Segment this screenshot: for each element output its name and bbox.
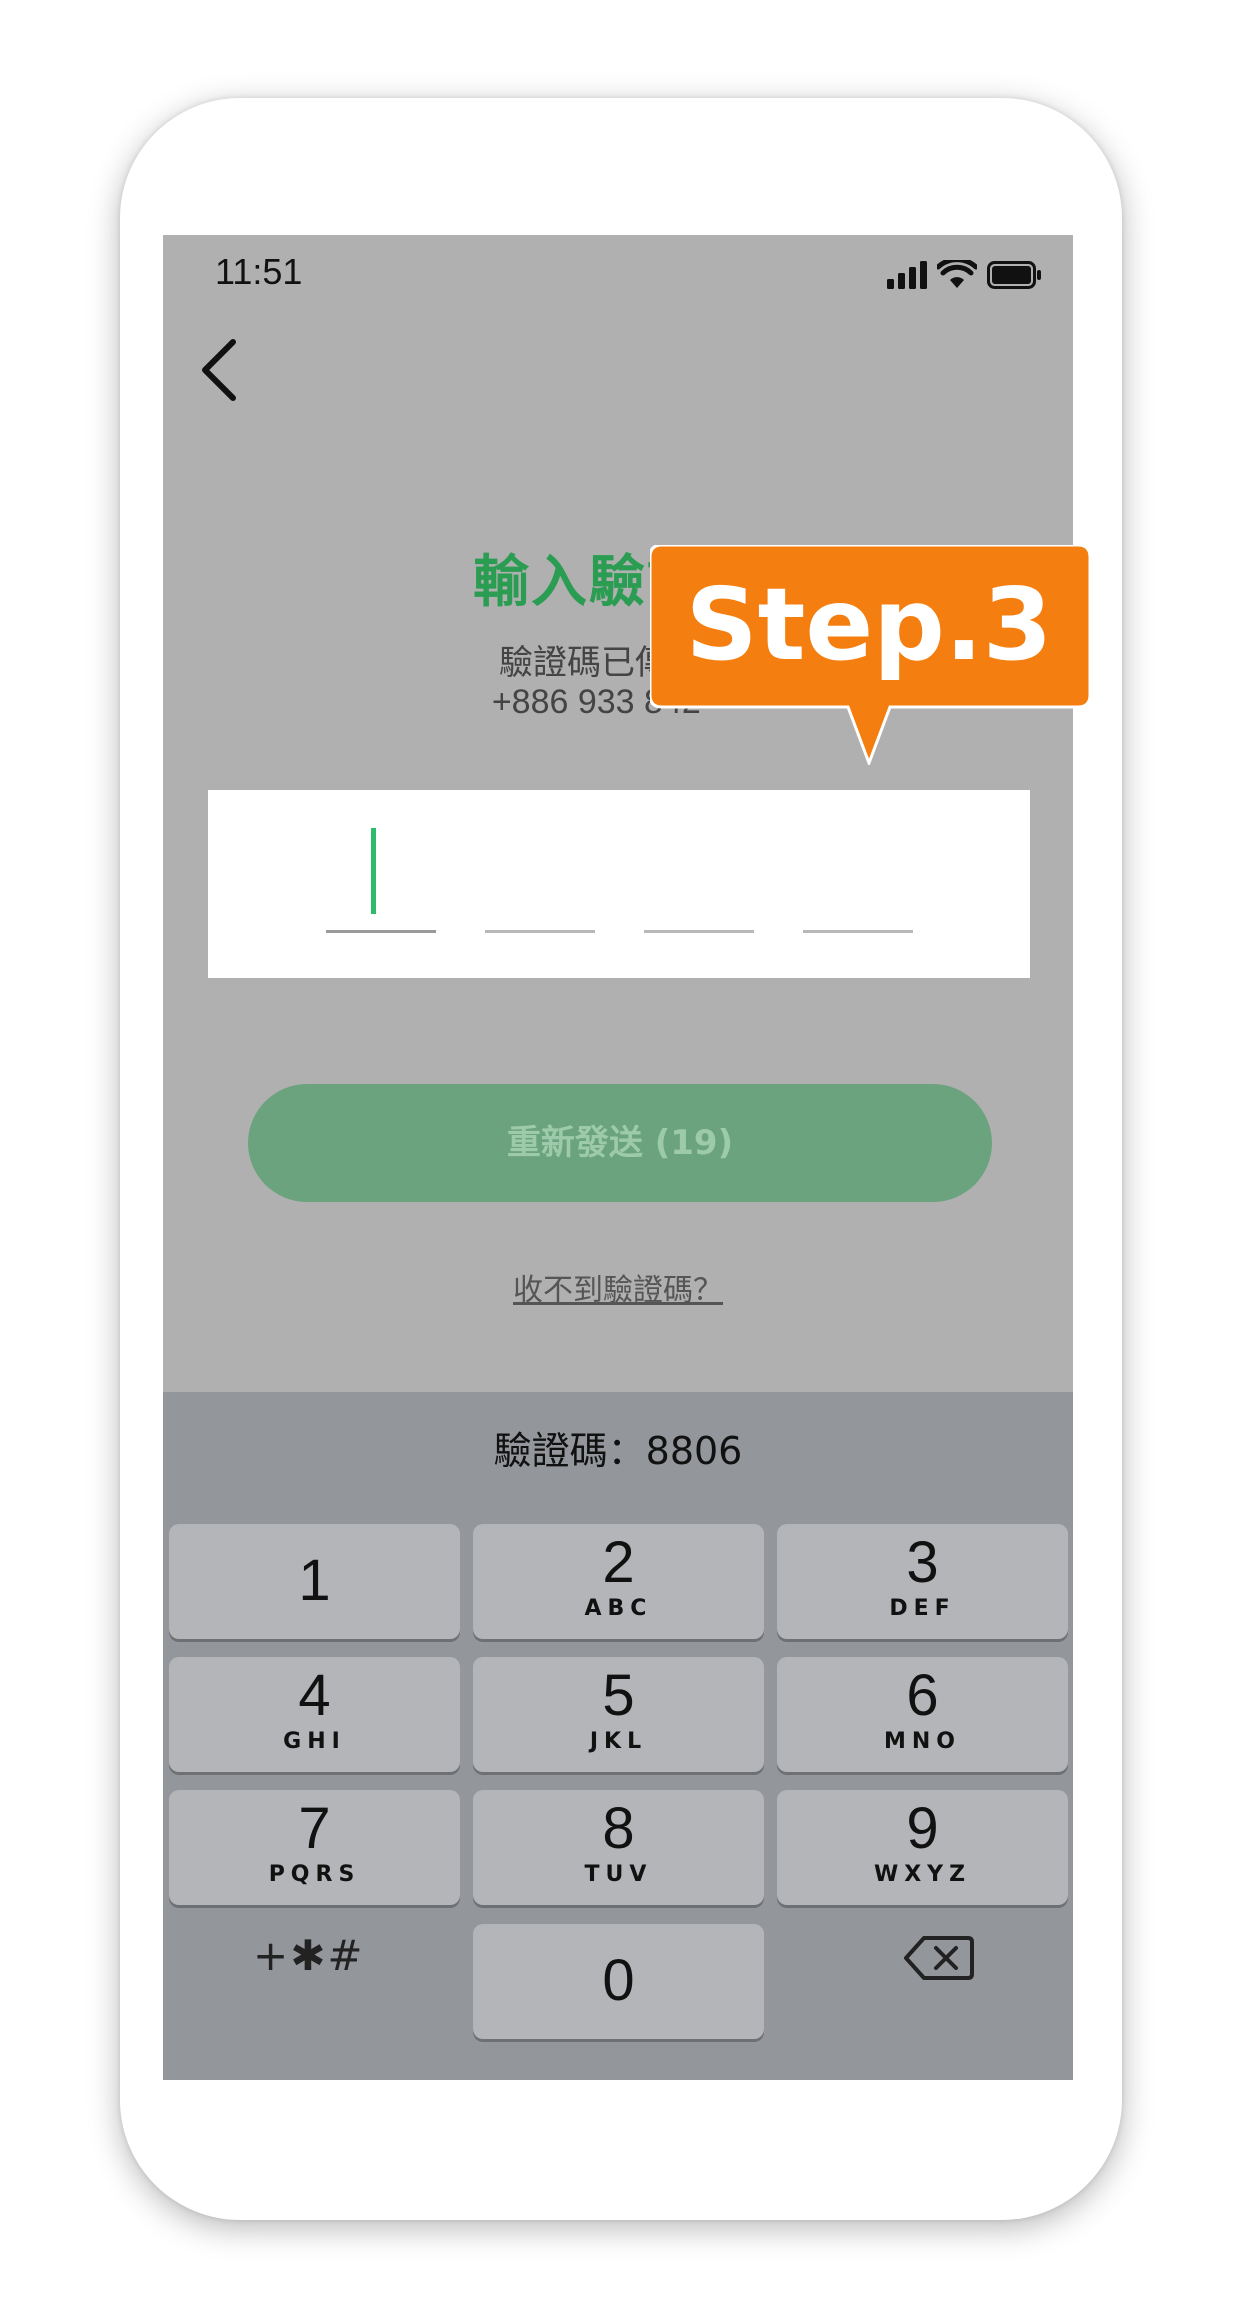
key-number: 3 [906,1530,939,1595]
key-number: 8 [602,1796,635,1861]
key-number: 6 [906,1663,939,1728]
wifi-icon [937,260,977,288]
backspace-icon[interactable] [898,1928,978,1988]
code-digit-slot[interactable] [326,930,436,933]
status-time: 11:51 [215,251,303,292]
key-8[interactable]: 8 TUV [473,1790,764,1905]
key-1[interactable]: 1 [169,1524,460,1639]
code-digit-slot[interactable] [485,930,595,933]
key-number: 2 [602,1530,635,1595]
key-4[interactable]: 4 GHI [169,1657,460,1772]
resend-button[interactable]: 重新發送 (19) [248,1084,992,1202]
key-letters: DEF [889,1596,956,1621]
symbols-key[interactable]: +✱# [253,1931,365,1980]
code-digit-slot[interactable] [644,930,754,933]
key-letters: MNO [883,1729,961,1754]
back-chevron-icon[interactable] [191,330,251,410]
key-3[interactable]: 3 DEF [777,1524,1068,1639]
key-letters: WXYZ [873,1862,972,1887]
key-letters: TUV [584,1862,653,1887]
key-7[interactable]: 7 PQRS [169,1790,460,1905]
key-number: 1 [298,1548,331,1613]
key-letters: PQRS [268,1862,361,1887]
numeric-keyboard: 驗證碼：8806 1 2 ABC 3 DEF 4 GHI 5 JKL 6 MNO… [163,1392,1073,2080]
app-screen: 11:51 輸入驗證碼 驗證碼已傳送至 +886 933 842 ··· 重新發 [163,235,1073,2080]
signal-icon [887,261,927,289]
step-callout-label: Step.3 [685,566,1053,683]
autofill-code-suggestion[interactable]: 驗證碼：8806 [163,1420,1073,1475]
key-letters: ABC [584,1596,653,1621]
key-letters: GHI [283,1729,346,1754]
key-0[interactable]: 0 [473,1924,764,2039]
key-letters: JKL [589,1729,648,1754]
key-6[interactable]: 6 MNO [777,1657,1068,1772]
key-number: 5 [602,1663,635,1728]
text-cursor [371,828,376,914]
key-number: 9 [906,1796,939,1861]
key-5[interactable]: 5 JKL [473,1657,764,1772]
status-icons [887,257,1043,293]
battery-icon [987,261,1041,289]
no-code-help-link[interactable]: 收不到驗證碼？ [163,1265,1073,1309]
key-9[interactable]: 9 WXYZ [777,1790,1068,1905]
key-number: 0 [602,1948,635,2013]
key-number: 4 [298,1663,331,1728]
key-2[interactable]: 2 ABC [473,1524,764,1639]
verification-code-input[interactable] [208,790,1030,978]
code-digit-slot[interactable] [803,930,913,933]
key-number: 7 [298,1796,331,1861]
